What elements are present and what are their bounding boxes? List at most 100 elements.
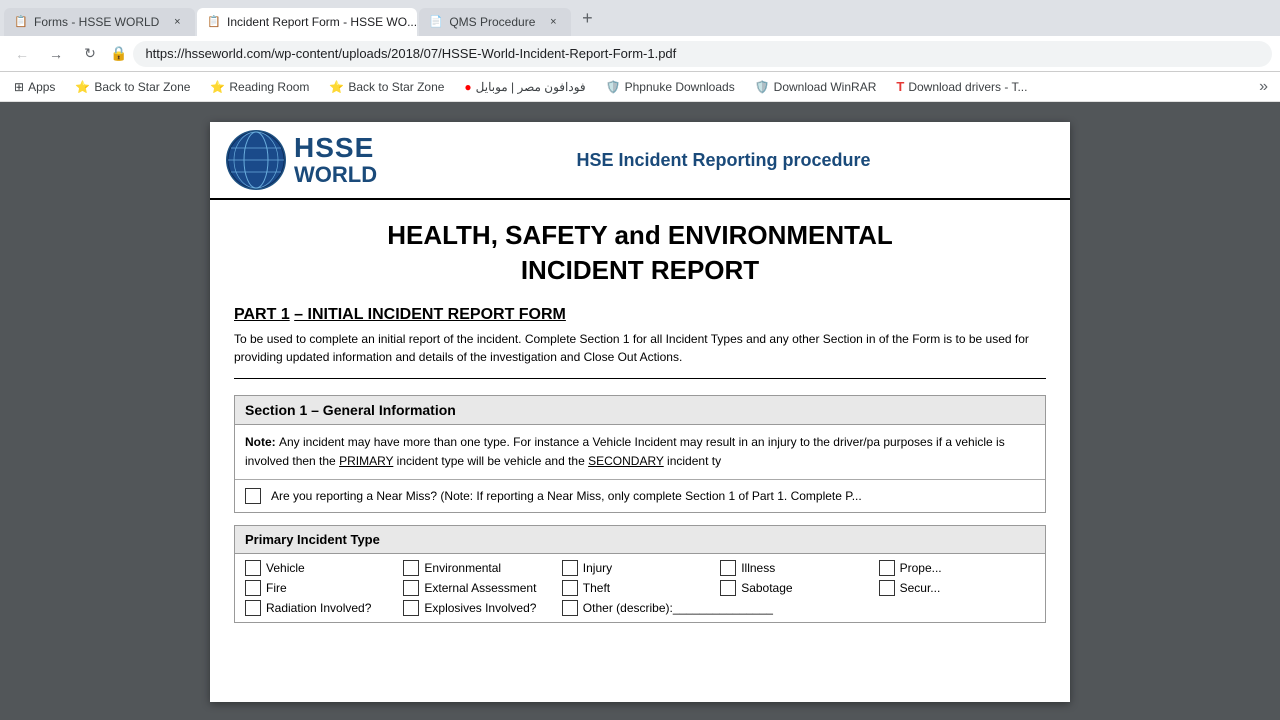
main-title-line1: HEALTH, SAFETY and ENVIRONMENTAL xyxy=(234,220,1046,251)
drivers-icon: T xyxy=(896,79,904,94)
incident-item-sabotage: Sabotage xyxy=(720,580,876,596)
pdf-page: HSSE WORLD HSE Incident Reporting proced… xyxy=(210,122,1070,702)
checkbox-prope[interactable] xyxy=(879,560,895,576)
checkbox-secur[interactable] xyxy=(879,580,895,596)
label-sabotage: Sabotage xyxy=(741,581,792,595)
tab-label-2: Incident Report Form - HSSE WO... xyxy=(227,15,417,29)
pdf-viewer: HSSE WORLD HSE Incident Reporting proced… xyxy=(0,102,1280,720)
incident-item-fire: Fire xyxy=(245,580,401,596)
apps-icon: ⊞ xyxy=(14,80,24,94)
star-icon-1: ⭐ xyxy=(75,80,90,94)
primary-incident-header: Primary Incident Type xyxy=(235,526,1045,554)
tab-favicon-1: 📋 xyxy=(14,15,28,29)
new-tab-button[interactable]: + xyxy=(573,4,601,32)
bookmark-star-zone-2[interactable]: ⭐ Back to Star Zone xyxy=(321,78,452,96)
bookmarks-bar: ⊞ Apps ⭐ Back to Star Zone ⭐ Reading Roo… xyxy=(0,72,1280,102)
address-bar: ← → ↻ 🔒 xyxy=(0,36,1280,72)
bookmark-vodafone[interactable]: ● فودافون مصر | موبايل xyxy=(456,78,593,96)
incident-item-prope: Prope... xyxy=(879,560,1035,576)
bookmarks-overflow-icon[interactable]: » xyxy=(1253,76,1274,98)
checkbox-explosives[interactable] xyxy=(403,600,419,616)
near-miss-row: Are you reporting a Near Miss? (Note: If… xyxy=(235,479,1045,512)
checkbox-injury[interactable] xyxy=(562,560,578,576)
tab-favicon-3: 📄 xyxy=(429,15,443,29)
bookmark-drivers[interactable]: T Download drivers - T... xyxy=(888,77,1035,96)
star-icon-2: ⭐ xyxy=(210,80,225,94)
bookmark-star-zone-1[interactable]: ⭐ Back to Star Zone xyxy=(67,78,198,96)
tab-label-3: QMS Procedure xyxy=(449,15,535,29)
tab-bar: 📋 Forms - HSSE WORLD × 📋 Incident Report… xyxy=(0,0,1280,36)
primary-incident-box: Primary Incident Type Vehicle Environmen… xyxy=(234,525,1046,623)
part1-heading-rest: – INITIAL INCIDENT REPORT FORM xyxy=(294,306,566,323)
incident-item-other: Other (describe):_______________ xyxy=(562,600,877,616)
pdf-logo: HSSE WORLD xyxy=(226,130,377,190)
tab-qms[interactable]: 📄 QMS Procedure × xyxy=(419,8,571,36)
incident-item-illness: Illness xyxy=(720,560,876,576)
section1-note-text: Any incident may have more than one type… xyxy=(245,435,1005,468)
label-prope: Prope... xyxy=(900,561,942,575)
bookmark-star-zone-1-label: Back to Star Zone xyxy=(94,80,190,94)
secondary-label: SECONDARY xyxy=(588,454,664,468)
bookmark-reading-room[interactable]: ⭐ Reading Room xyxy=(202,78,317,96)
incident-item-environmental: Environmental xyxy=(403,560,559,576)
label-secur: Secur... xyxy=(900,581,941,595)
bookmark-winrar[interactable]: 🛡️ Download WinRAR xyxy=(747,78,885,96)
bookmark-reading-room-label: Reading Room xyxy=(229,80,309,94)
tab-close-1[interactable]: × xyxy=(169,14,185,30)
section1-note-label: Note: xyxy=(245,435,279,449)
checkbox-radiation[interactable] xyxy=(245,600,261,616)
label-fire: Fire xyxy=(266,581,287,595)
winrar-icon: 🛡️ xyxy=(755,80,770,94)
part1-description: To be used to complete an initial report… xyxy=(234,330,1046,379)
tab-forms-hsse[interactable]: 📋 Forms - HSSE WORLD × xyxy=(4,8,195,36)
bookmark-star-zone-2-label: Back to Star Zone xyxy=(348,80,444,94)
reload-button[interactable]: ↻ xyxy=(76,40,104,68)
near-miss-label: Are you reporting a Near Miss? (Note: If… xyxy=(271,489,862,503)
incident-item-explosives: Explosives Involved? xyxy=(403,600,559,616)
incident-grid: Vehicle Environmental Injury Illness xyxy=(235,554,1045,622)
forward-button[interactable]: → xyxy=(42,40,70,68)
tab-label-1: Forms - HSSE WORLD xyxy=(34,15,159,29)
checkbox-other[interactable] xyxy=(562,600,578,616)
label-environmental: Environmental xyxy=(424,561,501,575)
tab-close-3[interactable]: × xyxy=(545,14,561,30)
part1-underline: PART 1 xyxy=(234,306,290,323)
incident-item-radiation: Radiation Involved? xyxy=(245,600,401,616)
checkbox-sabotage[interactable] xyxy=(720,580,736,596)
vodafone-icon: ● xyxy=(464,80,471,94)
bookmark-phpnuke-label: Phpnuke Downloads xyxy=(625,80,735,94)
label-theft: Theft xyxy=(583,581,610,595)
incident-item-injury: Injury xyxy=(562,560,718,576)
label-explosives: Explosives Involved? xyxy=(424,601,536,615)
tab-incident-report[interactable]: 📋 Incident Report Form - HSSE WO... × xyxy=(197,8,417,36)
incident-item-secur: Secur... xyxy=(879,580,1035,596)
label-injury: Injury xyxy=(583,561,612,575)
near-miss-checkbox[interactable] xyxy=(245,488,261,504)
pdf-content: HEALTH, SAFETY and ENVIRONMENTAL INCIDEN… xyxy=(210,200,1070,643)
checkbox-vehicle[interactable] xyxy=(245,560,261,576)
lock-icon: 🔒 xyxy=(110,45,127,62)
label-vehicle: Vehicle xyxy=(266,561,305,575)
bookmark-drivers-label: Download drivers - T... xyxy=(908,80,1027,94)
bookmark-winrar-label: Download WinRAR xyxy=(774,80,877,94)
phpnuke-icon: 🛡️ xyxy=(606,80,621,94)
bookmark-apps[interactable]: ⊞ Apps xyxy=(6,78,63,96)
checkbox-environmental[interactable] xyxy=(403,560,419,576)
checkbox-theft[interactable] xyxy=(562,580,578,596)
checkbox-illness[interactable] xyxy=(720,560,736,576)
back-button[interactable]: ← xyxy=(8,40,36,68)
incident-item-theft: Theft xyxy=(562,580,718,596)
bookmark-phpnuke[interactable]: 🛡️ Phpnuke Downloads xyxy=(598,78,743,96)
logo-world-text: WORLD xyxy=(294,163,377,187)
label-radiation: Radiation Involved? xyxy=(266,601,371,615)
bookmark-apps-label: Apps xyxy=(28,80,55,94)
checkbox-external[interactable] xyxy=(403,580,419,596)
logo-globe xyxy=(226,130,286,190)
section1-box: Section 1 – General Information Note: An… xyxy=(234,395,1046,513)
star-icon-3: ⭐ xyxy=(329,80,344,94)
incident-item-external: External Assessment xyxy=(403,580,559,596)
primary-label: PRIMARY xyxy=(339,454,393,468)
label-external: External Assessment xyxy=(424,581,536,595)
address-input[interactable] xyxy=(133,41,1272,67)
checkbox-fire[interactable] xyxy=(245,580,261,596)
